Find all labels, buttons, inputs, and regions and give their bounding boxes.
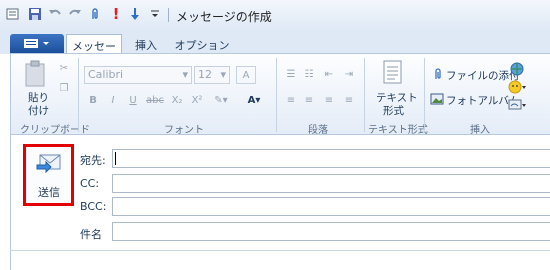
group-separator <box>78 58 79 132</box>
clipboard-group-label: クリップボード <box>20 125 90 136</box>
chevron-down-icon: ▾ <box>182 68 188 81</box>
tab-message[interactable]: メッセージ <box>66 34 122 69</box>
bcc-label: BCC: <box>80 200 107 213</box>
file-menu-icon <box>24 39 49 48</box>
increase-indent-icon[interactable]: ⇥ <box>340 66 358 82</box>
attach-file-icon <box>432 67 444 84</box>
cut-icon[interactable]: ✂ <box>55 60 73 76</box>
bcc-field[interactable] <box>112 197 550 216</box>
send-icon <box>36 153 64 178</box>
font-color-button[interactable]: A▾ <box>240 92 268 108</box>
font-dialog-icon[interactable]: A <box>236 66 256 84</box>
paste-icon[interactable] <box>24 60 48 91</box>
italic-button[interactable]: I <box>104 92 122 108</box>
text-caret <box>115 152 116 165</box>
subject-label: 件名 <box>80 228 102 241</box>
font-name-combo[interactable]: Calibri ▾ <box>84 66 192 84</box>
signature-icon[interactable] <box>508 98 528 115</box>
align-right-icon[interactable]: ≡ <box>320 92 338 108</box>
group-separator <box>364 58 365 132</box>
text-format-group-label: テキスト形式 <box>368 125 428 136</box>
importance-high-icon[interactable]: ! <box>107 5 125 23</box>
numbering-icon[interactable]: ☷ <box>300 66 318 82</box>
strikethrough-button[interactable]: abc <box>144 92 166 108</box>
align-left-icon[interactable]: ≡ <box>282 92 300 108</box>
font-name-value: Calibri <box>88 68 124 81</box>
paste-label-2: 付け <box>28 105 49 117</box>
photo-album-icon <box>430 93 444 108</box>
text-format-label-2: 形式 <box>383 105 404 117</box>
attach-file-button[interactable]: ファイルの添付 <box>432 67 520 84</box>
emoticon-icon[interactable] <box>508 80 528 97</box>
copy-icon[interactable]: ❐ <box>55 80 73 96</box>
save-icon[interactable] <box>26 5 44 23</box>
group-separator <box>276 58 277 132</box>
redo-icon[interactable] <box>66 5 84 23</box>
align-center-icon[interactable]: ≡ <box>300 92 318 108</box>
text-format-icon[interactable] <box>383 60 403 87</box>
new-message-icon[interactable] <box>4 5 22 23</box>
decrease-indent-icon[interactable]: ⇤ <box>320 66 338 82</box>
undo-icon[interactable] <box>46 5 64 23</box>
tab-options[interactable]: オプション <box>174 34 230 53</box>
send-label: 送信 <box>38 186 60 199</box>
bold-button[interactable]: B <box>84 92 102 108</box>
justify-icon[interactable]: ≡ <box>340 92 358 108</box>
chevron-down-icon: ▾ <box>220 68 226 81</box>
importance-low-icon[interactable] <box>126 5 144 23</box>
attach-icon[interactable] <box>86 5 104 23</box>
cc-label: CC: <box>80 177 100 190</box>
title-separator <box>168 8 169 22</box>
highlight-color-button[interactable]: ✎▾ <box>208 92 234 108</box>
insert-group-label: 挿入 <box>470 125 490 136</box>
to-field[interactable] <box>112 149 550 168</box>
font-group-label: フォント <box>164 125 204 136</box>
paragraph-group-label: 段落 <box>308 125 328 136</box>
file-menu-button[interactable] <box>10 34 64 53</box>
underline-button[interactable]: U <box>124 92 142 108</box>
font-size-combo[interactable]: 12 ▾ <box>194 66 230 84</box>
window-title: メッセージの作成 <box>176 10 272 24</box>
font-size-value: 12 <box>198 68 212 81</box>
cc-field[interactable] <box>112 174 550 193</box>
to-label: 宛先: <box>80 154 106 167</box>
superscript-button[interactable]: X² <box>188 92 206 108</box>
group-separator <box>424 58 425 132</box>
hyperlink-icon[interactable] <box>510 62 524 79</box>
subject-field[interactable] <box>112 222 550 241</box>
subscript-button[interactable]: X₂ <box>168 92 186 108</box>
header-body-separator <box>10 250 550 251</box>
customize-icon[interactable] <box>146 5 164 23</box>
photo-album-button[interactable]: フォトアルバム <box>430 93 519 108</box>
tab-insert[interactable]: 挿入 <box>128 34 164 53</box>
bullets-icon[interactable]: ☰ <box>282 66 300 82</box>
